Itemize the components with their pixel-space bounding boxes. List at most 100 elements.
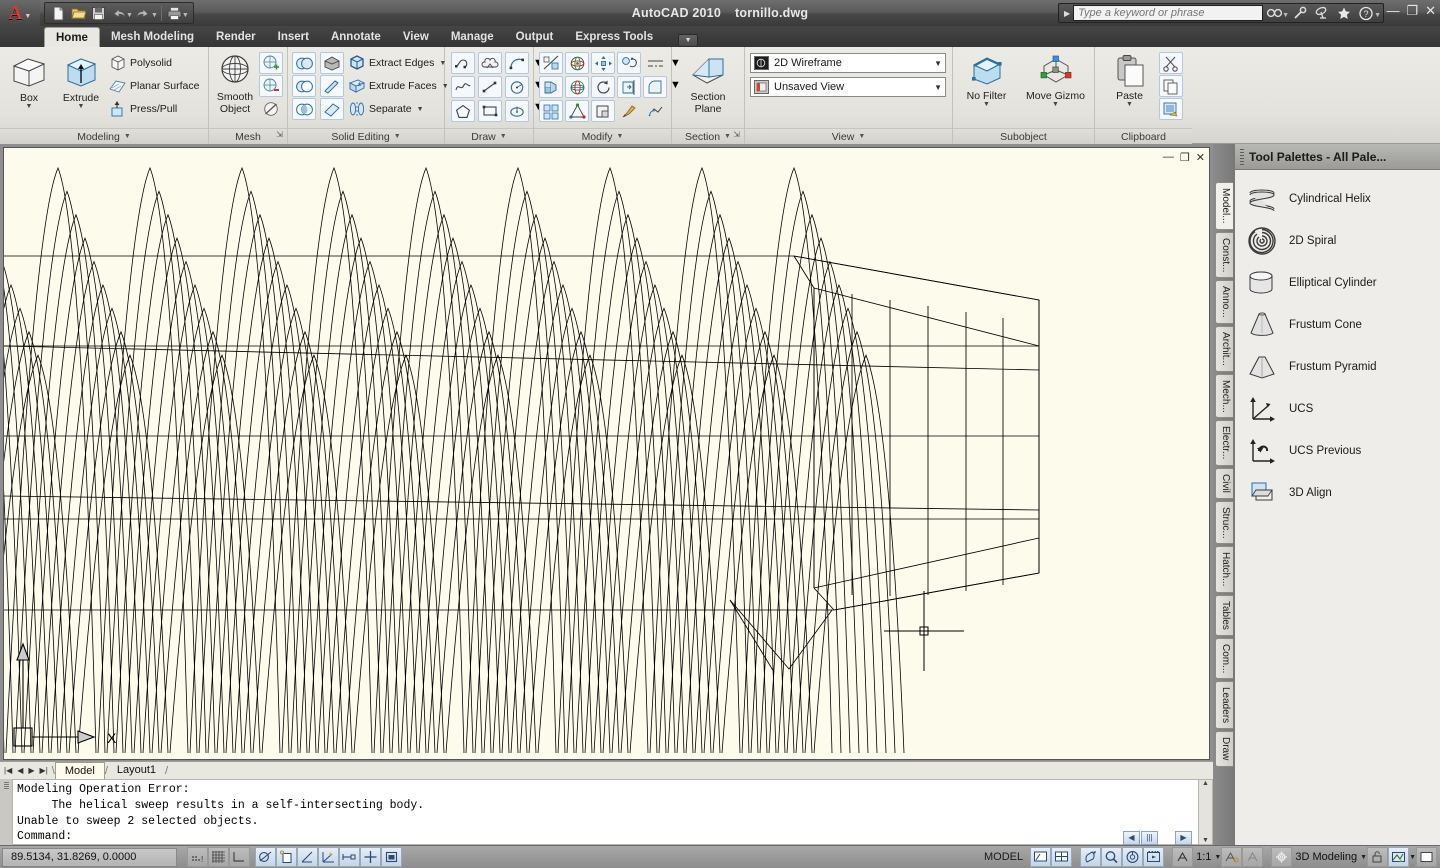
box-button[interactable]: Box ▼ (4, 50, 54, 110)
layout-tab-model[interactable]: Model (54, 762, 105, 779)
named-view-combo[interactable]: Unsaved View ▼ (750, 77, 946, 97)
3drotate-icon[interactable] (565, 52, 589, 74)
open-file-icon[interactable] (69, 4, 88, 22)
panel-title-modeling[interactable]: Modeling ▼ (0, 128, 208, 144)
dialog-launcher-icon[interactable]: ⇲ (276, 127, 283, 143)
command-hscrollbar[interactable]: ◀ ||| ▶ (1123, 830, 1213, 845)
move-icon[interactable] (539, 52, 563, 74)
scroll-left-icon[interactable]: ◀ (1123, 830, 1140, 845)
cut-icon[interactable] (1158, 52, 1183, 74)
smooth-object-button[interactable]: Smooth Object (213, 50, 257, 115)
circle-icon[interactable] (505, 76, 529, 98)
fillet-icon[interactable] (643, 76, 667, 98)
palette-header[interactable]: Tool Palettes - All Pale... (1235, 144, 1440, 170)
palette-tab-civil[interactable]: Civil (1215, 467, 1233, 499)
application-menu-button[interactable]: A ▼ (0, 0, 40, 26)
workspace-label[interactable]: 3D Modeling (1292, 851, 1360, 863)
extrude-button[interactable]: Extrude ▼ (56, 50, 106, 110)
shell-icon[interactable] (320, 52, 344, 74)
chevron-down-icon[interactable]: ▼ (1282, 12, 1289, 19)
chevron-down-icon[interactable]: ▼ (617, 129, 624, 145)
ribbon-minimize-icon[interactable]: ▼ (678, 34, 699, 47)
panel-title-subobject[interactable]: Subobject (953, 128, 1094, 144)
panel-title-solid-editing[interactable]: Solid Editing ▼ (288, 128, 444, 144)
tab-view[interactable]: View (392, 27, 440, 47)
qat-dropdown-icon[interactable]: ▼ (182, 12, 189, 19)
snap-mode-icon[interactable] (229, 847, 250, 867)
tab-mesh-modeling[interactable]: Mesh Modeling (100, 27, 205, 47)
trim-icon[interactable] (617, 76, 641, 98)
annotation-scale-icon[interactable] (1172, 847, 1194, 867)
chevron-down-icon[interactable]: ▼ (394, 129, 401, 145)
tab-manage[interactable]: Manage (440, 27, 505, 47)
chevron-down-icon[interactable]: ▼ (417, 106, 424, 113)
next-layout-icon[interactable]: ▶ (26, 766, 36, 775)
presspull-button[interactable]: Press/Pull (108, 98, 199, 120)
union-icon[interactable] (292, 52, 316, 74)
chevron-down-icon[interactable]: ▼ (724, 129, 731, 145)
palette-item-3d-align[interactable]: 3D Align (1235, 472, 1440, 514)
panel-title-clipboard[interactable]: Clipboard (1095, 128, 1192, 144)
palette-tab-hatches[interactable]: Hatch... (1215, 546, 1233, 593)
chevron-down-icon[interactable]: ▼ (1126, 101, 1133, 108)
palette-item-ucs-previous[interactable]: UCS Previous (1235, 430, 1440, 472)
palette-tab-modeling[interactable]: Model... (1215, 182, 1233, 230)
no-filter-button[interactable]: No Filter ▼ (958, 50, 1016, 108)
chevron-down-icon[interactable]: ▼ (78, 103, 85, 110)
search-key-icon[interactable] (1289, 4, 1311, 22)
rotate-icon[interactable] (591, 76, 615, 98)
arc-icon[interactable] (505, 52, 529, 74)
line-icon[interactable] (478, 76, 502, 98)
panel-title-section[interactable]: Section ▼ ⇲ (672, 128, 744, 144)
chevron-down-icon[interactable]: ▼ (1052, 101, 1059, 108)
palette-tab-structural[interactable]: Struc... (1215, 500, 1233, 545)
scroll-thumb[interactable]: ||| (1141, 830, 1158, 845)
palette-tab-mechanical[interactable]: Mech... (1215, 373, 1233, 419)
panel-title-draw[interactable]: Draw ▼ (445, 128, 533, 144)
tab-home[interactable]: Home (44, 27, 100, 47)
annotation-visibility-icon[interactable] (1221, 847, 1243, 867)
chevron-down-icon[interactable]: ▼ (500, 129, 507, 145)
chevron-down-icon[interactable]: ▼ (1409, 854, 1416, 861)
polysolid-button[interactable]: Polysolid (108, 52, 199, 74)
chevron-down-icon[interactable]: ▼ (1214, 854, 1221, 861)
palette-item-2d-spiral[interactable]: 2D Spiral (1235, 220, 1440, 262)
space-toggle-label[interactable]: MODEL (977, 851, 1030, 863)
favorites-icon[interactable] (1333, 4, 1355, 22)
command-line-grip[interactable] (0, 779, 12, 845)
extrude-faces-button[interactable]: ± Extrude Faces ▼ (348, 75, 449, 97)
palette-tab-leaders[interactable]: Leaders (1215, 681, 1233, 730)
matchprop-icon[interactable] (617, 100, 641, 122)
chevron-down-icon[interactable]: ▼ (858, 129, 865, 145)
chevron-down-icon[interactable]: ▼ (124, 129, 131, 145)
minimize-button[interactable]: — (1386, 4, 1399, 17)
palette-tab-electrical[interactable]: Electr... (1215, 420, 1233, 466)
pan-icon[interactable] (1080, 847, 1102, 867)
annotation-scale-value[interactable]: 1:1 (1193, 851, 1214, 863)
rectangle-icon[interactable] (478, 100, 502, 122)
palette-item-frustum-pyramid[interactable]: Frustum Pyramid (1235, 346, 1440, 388)
no-crease-icon[interactable] (259, 98, 283, 120)
palette-grip-icon[interactable] (1240, 148, 1244, 165)
copy-clip-icon[interactable] (1158, 75, 1183, 97)
chevron-right-icon[interactable]: ▶ (1061, 9, 1073, 18)
first-layout-icon[interactable]: |◀ (2, 766, 14, 775)
chevron-down-icon[interactable]: ▼ (1374, 12, 1381, 19)
layout-space-icon[interactable] (1051, 847, 1073, 867)
offset-icon[interactable] (643, 52, 667, 74)
tab-express-tools[interactable]: Express Tools (564, 27, 664, 47)
palette-tab-command[interactable]: Com... (1215, 637, 1233, 680)
chevron-down-icon[interactable]: ▼ (934, 83, 942, 92)
save-file-icon[interactable] (89, 4, 108, 22)
paste-special-icon[interactable] (1158, 98, 1183, 120)
3darray-icon[interactable] (539, 100, 563, 122)
clean-screen-icon[interactable] (1416, 847, 1437, 867)
drawing-canvas[interactable]: — ❐ ✕ X (3, 147, 1210, 760)
planar-surface-button[interactable]: Planar Surface (108, 75, 199, 97)
revcloud-icon[interactable] (478, 52, 502, 74)
visual-style-combo[interactable]: 2D Wireframe ▼ (750, 53, 946, 73)
chevron-down-icon[interactable]: ▼ (983, 101, 990, 108)
tab-annotate[interactable]: Annotate (320, 27, 392, 47)
tab-render[interactable]: Render (205, 27, 267, 47)
section-plane-button[interactable]: Section Plane (677, 50, 739, 115)
